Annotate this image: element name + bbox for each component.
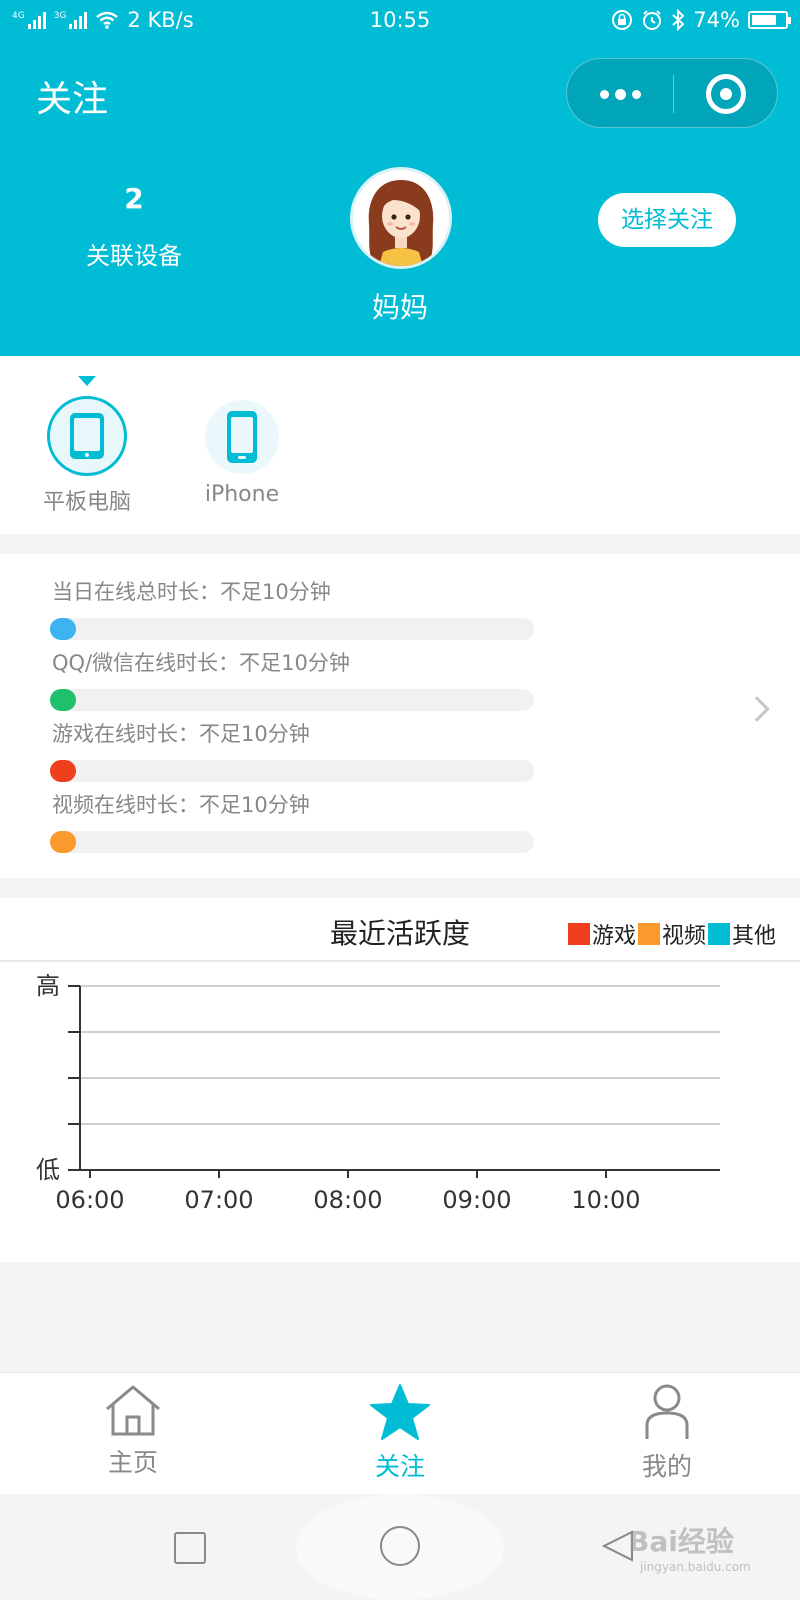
x-tick-label: 07:00: [184, 1186, 253, 1214]
battery-percent: 74%: [693, 8, 740, 32]
progress-video: [50, 831, 534, 853]
tab-bar: 主页 关注 我的: [0, 1372, 800, 1494]
star-icon: [370, 1384, 430, 1440]
progress-game: [50, 760, 534, 782]
progress-fill: [50, 689, 76, 711]
select-follow-button[interactable]: 选择关注: [598, 193, 736, 247]
device-item-tablet[interactable]: 平板电脑: [27, 396, 147, 516]
progress-fill: [50, 831, 76, 853]
x-tick-label: 09:00: [442, 1186, 511, 1214]
watermark-url: jingyan.baidu.com: [640, 1560, 751, 1574]
chart-legend: 游戏 视频 其他: [568, 918, 778, 950]
home-icon: [106, 1385, 160, 1436]
stat-label-game: 游戏在线时长：不足10分钟: [52, 722, 310, 746]
close-miniprogram-button[interactable]: [673, 59, 779, 129]
device-label: iPhone: [204, 482, 280, 507]
activity-chart: 低 高 06:00 07:00 08:00 09:00 10:00: [36, 972, 720, 1214]
home-button[interactable]: [380, 1526, 420, 1566]
chevron-right-icon[interactable]: [744, 696, 770, 722]
tab-label: 关注: [374, 1452, 425, 1481]
progress-chat: [50, 689, 534, 711]
person-icon: [645, 1384, 689, 1439]
profile-name: 妈妈: [371, 291, 428, 324]
tab-follow[interactable]: 关注: [330, 1383, 470, 1483]
online-stats-card[interactable]: 当日在线总时长：不足10分钟 QQ/微信在线时长：不足10分钟 游戏在线时长：不…: [0, 554, 800, 878]
stat-label-total: 当日在线总时长：不足10分钟: [52, 580, 331, 604]
progress-total: [50, 618, 534, 640]
system-nav-bar: Bai经验 jingyan.baidu.com: [0, 1494, 800, 1600]
status-bar: 4G 3G 2 KB/s 10:55 74%: [0, 0, 800, 42]
phone-icon: [227, 411, 257, 463]
tab-label: 我的: [641, 1452, 692, 1481]
progress-fill: [50, 618, 76, 640]
y-tick-label-high: 高: [36, 972, 60, 1000]
activity-card: 最近活跃度 游戏 视频 其他 低 高 06:00 07:00 08:00 09:00 10:…: [0, 898, 800, 1262]
tab-mine[interactable]: 我的: [597, 1383, 737, 1483]
avatar[interactable]: [350, 167, 452, 269]
x-tick-label: 08:00: [313, 1186, 382, 1214]
clock: 10:55: [369, 8, 431, 32]
x-tick-label: 10:00: [571, 1186, 640, 1214]
battery-icon: [748, 11, 791, 29]
selected-indicator-icon: [78, 376, 96, 386]
miniprogram-capsule: [566, 58, 778, 128]
device-icon-wrap: [47, 396, 127, 476]
header: 4G 3G 2 KB/s 10:55 74% 关注 2 关联设备 妈妈 选择关注: [0, 0, 800, 356]
device-list: 平板电脑 iPhone: [0, 356, 800, 534]
device-item-iphone[interactable]: iPhone: [182, 400, 302, 507]
rotation-lock-icon: [612, 10, 633, 30]
page-title: 关注: [36, 79, 109, 120]
progress-fill: [50, 760, 76, 782]
dot-icon: [614, 88, 626, 100]
target-icon: [706, 74, 746, 114]
watermark: Bai经验: [628, 1525, 734, 1558]
y-tick-label-low: 低: [36, 1156, 60, 1184]
dot-icon: [599, 89, 609, 99]
legend-item-game: 游戏: [568, 918, 636, 950]
dot-icon: [631, 89, 641, 99]
tab-label: 主页: [107, 1448, 158, 1477]
legend-swatch: [638, 923, 661, 945]
stat-label-chat: QQ/微信在线时长：不足10分钟: [52, 651, 350, 675]
device-label: 平板电脑: [42, 490, 131, 515]
tab-home[interactable]: 主页: [63, 1383, 203, 1479]
bluetooth-icon: [672, 9, 685, 31]
activity-title: 最近活跃度: [329, 917, 470, 950]
x-tick-label: 06:00: [55, 1186, 124, 1214]
legend-item-video: 视频: [638, 918, 706, 950]
girl-avatar-icon: [353, 170, 449, 266]
device-icon-wrap: [205, 400, 279, 474]
alarm-icon: [643, 10, 662, 30]
tablet-icon: [70, 413, 104, 459]
device-count: 2: [124, 182, 144, 215]
stat-label-video: 视频在线时长：不足10分钟: [52, 793, 310, 817]
recent-apps-button[interactable]: [174, 1532, 206, 1564]
more-button[interactable]: [567, 59, 673, 129]
legend-swatch: [568, 923, 590, 945]
device-count-label: 关联设备: [86, 242, 182, 270]
legend-item-other: 其他: [708, 918, 776, 950]
legend-swatch: [708, 923, 731, 945]
